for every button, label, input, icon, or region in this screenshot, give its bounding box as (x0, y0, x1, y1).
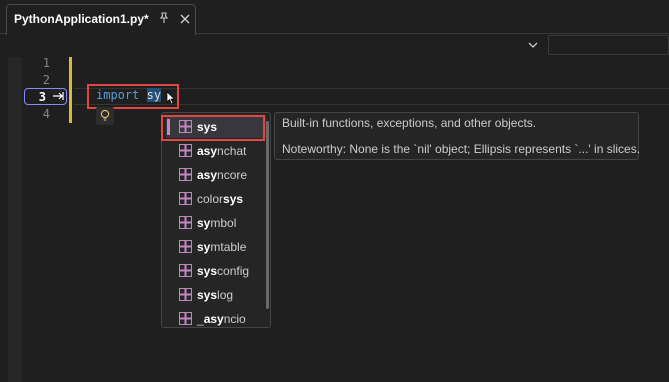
pin-icon[interactable] (157, 11, 171, 25)
change-tracking-bar (69, 57, 72, 123)
module-icon (179, 312, 192, 325)
label-prefix: _ (197, 312, 204, 326)
line-number: 2 (42, 73, 50, 87)
completion-item[interactable]: asynchat (166, 140, 266, 162)
completion-item-label: asynchat (197, 144, 246, 158)
tab-bar: PythonApplication1.py* (0, 0, 669, 35)
tab-title: PythonApplication1.py* (14, 12, 149, 26)
quick-actions-button[interactable] (96, 107, 114, 125)
completion-item-label: syslog (197, 288, 233, 302)
tab-python-application[interactable]: PythonApplication1.py* (6, 4, 196, 35)
scrollbar-thumb[interactable] (266, 121, 269, 309)
label-match: asy (197, 168, 218, 182)
completion-item-label: asyncore (197, 168, 247, 182)
completion-item[interactable]: symbol (166, 212, 266, 234)
indicator-margin (8, 57, 22, 382)
label-match: sy (197, 216, 211, 230)
completion-item-label: symtable (197, 240, 246, 254)
completion-item[interactable]: symtable (166, 236, 266, 258)
selected-item-highlight-box (161, 115, 265, 141)
completion-list[interactable]: sys asynchat asyncore colorsys symbol symtabl… (161, 112, 271, 328)
completion-item-label: sysconfig (197, 264, 249, 278)
completion-item[interactable]: sysconfig (166, 260, 266, 282)
label-rest: ncore (217, 168, 248, 182)
line-number: 4 (42, 107, 50, 121)
module-icon (179, 264, 192, 277)
label-match: sy (197, 240, 211, 254)
arrow-right-icon (53, 92, 64, 100)
module-icon (179, 144, 192, 157)
label-match: asy (203, 312, 224, 326)
completion-item[interactable]: syslog (166, 284, 266, 306)
scope-dropdown[interactable] (548, 35, 669, 55)
member-dropdown[interactable] (2, 35, 544, 55)
label-match: sys (223, 192, 244, 206)
module-icon (179, 216, 192, 229)
tooltip-noteworthy: Noteworthy: None is the `nil' object; El… (282, 142, 641, 156)
lightbulb-icon (100, 109, 110, 121)
label-match: sys (197, 288, 218, 302)
completion-item-label: symbol (197, 216, 236, 230)
code-editor[interactable]: 1 2 3 4 import sy (0, 56, 669, 382)
completion-item-label: _asyncio (197, 312, 246, 326)
tooltip-description: Built-in functions, exceptions, and othe… (282, 116, 537, 130)
module-icon (179, 168, 192, 181)
label-match: asy (197, 144, 218, 158)
module-icon (179, 240, 192, 253)
label-rest: ncio (223, 312, 246, 326)
module-icon (179, 288, 192, 301)
label-rest: mtable (210, 240, 247, 254)
label-rest: config (217, 264, 250, 278)
completion-item[interactable]: asyncore (166, 164, 266, 186)
label-match: sys (197, 264, 218, 278)
completion-item-label: colorsys (197, 192, 243, 206)
label-rest: log (217, 288, 234, 302)
close-icon[interactable] (179, 13, 191, 25)
chevron-down-icon (528, 42, 538, 48)
navigation-bar (0, 35, 669, 57)
label-prefix: color (197, 192, 224, 206)
module-icon (179, 192, 192, 205)
quick-info-tooltip: Built-in functions, exceptions, and othe… (274, 112, 641, 160)
label-rest: mbol (210, 216, 237, 230)
completion-item[interactable]: _asyncio (166, 308, 266, 330)
line-number: 1 (42, 56, 50, 70)
completion-item[interactable]: colorsys (166, 188, 266, 210)
label-rest: nchat (217, 144, 247, 158)
mouse-cursor-icon (166, 91, 176, 105)
